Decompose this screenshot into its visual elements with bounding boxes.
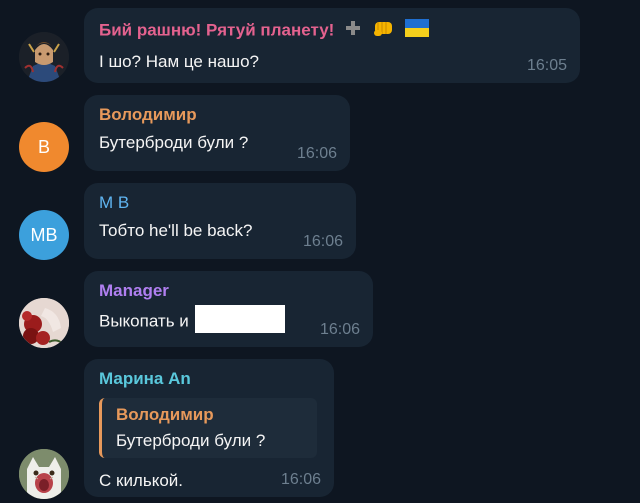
timestamp: 16:06 xyxy=(280,471,321,488)
message-bubble[interactable]: Марина An Володимир Бутерброди були ? С … xyxy=(84,359,334,497)
message-text: І шо? Нам це нашо? xyxy=(99,52,259,71)
timestamp: 16:06 xyxy=(302,233,343,250)
reply-sender-name: Володимир xyxy=(116,405,214,424)
timestamp: 16:05 xyxy=(526,57,567,74)
ukraine-flag-icon xyxy=(404,19,429,43)
sender-name[interactable]: M B xyxy=(99,192,342,214)
sender-name[interactable]: Manager xyxy=(99,280,359,302)
red-roses-avatar[interactable] xyxy=(19,298,69,348)
timestamp: 16:06 xyxy=(319,321,360,338)
message-text: Выкопать и xyxy=(99,311,189,331)
plus-icon xyxy=(343,18,363,44)
screaming-cat-avatar[interactable] xyxy=(19,449,69,499)
reply-text: Бутерброди були ? xyxy=(116,431,266,450)
avatar[interactable]: MB xyxy=(19,210,69,260)
fist-icon xyxy=(372,17,396,45)
timestamp: 16:06 xyxy=(296,145,337,162)
message-bubble[interactable]: M B Тобто he'll be back? 16:06 xyxy=(84,183,356,259)
sender-name[interactable]: Бий рашню! Рятуй планету! xyxy=(99,17,566,45)
message-bubble[interactable]: Manager Выкопать и 16:06 xyxy=(84,271,373,347)
warrior-portrait-avatar[interactable] xyxy=(19,32,69,82)
reply-quote[interactable]: Володимир Бутерброди були ? xyxy=(99,398,317,458)
avatar[interactable]: В xyxy=(19,122,69,172)
message-bubble[interactable]: Бий рашню! Рятуй планету! І шо? Нам це н… xyxy=(84,8,580,83)
message-bubble[interactable]: Володимир Бутерброди були ? 16:06 xyxy=(84,95,350,171)
sender-name[interactable]: Володимир xyxy=(99,104,336,126)
avatar-initials: В xyxy=(37,136,50,157)
avatar-initials: MB xyxy=(30,224,58,245)
redacted-block xyxy=(194,305,285,333)
sender-name[interactable]: Марина An xyxy=(99,368,320,390)
